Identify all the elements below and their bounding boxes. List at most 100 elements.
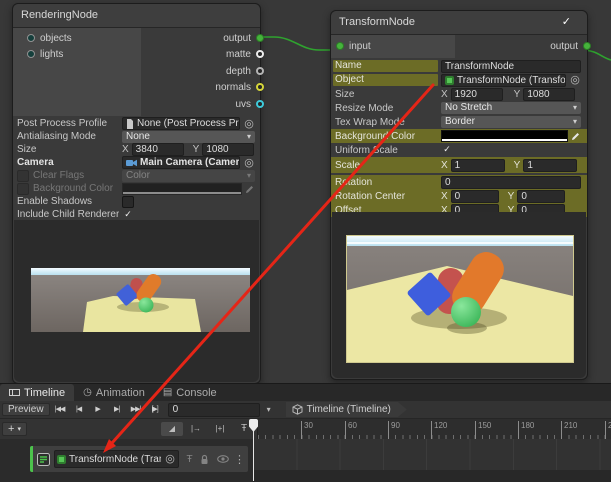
scale-x-input[interactable]: 1 [451,159,505,172]
rendering-node[interactable]: RenderingNode objects lights output matt… [12,3,261,384]
tab-timeline[interactable]: Timeline [0,384,74,401]
current-frame-input[interactable]: 0 [168,403,260,417]
transform-node-ports: input output [331,35,587,58]
enable-shadows-checkbox[interactable] [122,196,134,208]
port-dot[interactable] [256,34,264,42]
mix-mode-button[interactable]: ◢ [161,422,183,436]
render-texture-icon [445,76,454,85]
port-matte[interactable]: matte [226,47,264,61]
size-x-input[interactable]: 1920 [451,88,503,101]
object-picker-icon[interactable]: ◎ [243,157,255,169]
object-picker-icon[interactable]: ◎ [243,118,255,130]
transform-node-header[interactable]: TransformNode ✓ [331,11,587,35]
row-rotation: Rotation 0 [331,175,587,189]
play-button[interactable]: ▶ [89,403,107,416]
uniform-scale-checkbox[interactable]: ✓ [441,144,453,156]
row-background-color: Background Color [331,129,587,143]
include-child-renderers-checkbox[interactable]: ✓ [122,209,134,221]
step-forward-button[interactable]: ▶| [108,403,126,416]
port-dot[interactable] [336,42,344,50]
row-tex-wrap-mode: Tex Wrap Mode Border ▾ [331,115,587,129]
rendering-node-title[interactable]: RenderingNode [13,4,260,28]
port-dot[interactable] [27,50,35,58]
transform-node[interactable]: TransformNode ✓ input output Name Transf… [330,10,588,380]
port-depth[interactable]: depth [226,64,264,78]
port-dot[interactable] [256,83,264,91]
add-track-button[interactable]: + ▾ [2,422,27,436]
play-range-button[interactable]: [▶] [146,403,164,416]
x-label: X [441,191,448,202]
size-y-input[interactable]: 1080 [523,88,575,101]
object-field-value: TransformNode (Transform Node [457,75,566,86]
resize-mode-dropdown[interactable]: No Stretch ▾ [441,102,581,114]
color-swatch[interactable] [441,130,568,142]
rotation-center-y-input[interactable]: 0 [517,190,565,203]
transform-node-preview [332,212,586,378]
eye-icon[interactable] [217,455,230,463]
step-back-button[interactable]: |◀ [70,403,88,416]
ripple-mode-button[interactable]: |→ [185,422,207,436]
node-enabled-checkbox[interactable]: ✓ [562,11,571,34]
camera-object-field[interactable]: Main Camera (Camera) [122,156,240,169]
port-lights[interactable]: lights [27,47,63,61]
row-antialiasing-mode: Antialiasing Mode None ▾ [13,130,260,143]
port-output[interactable]: output [223,31,264,45]
track-lane[interactable] [254,439,611,482]
name-input[interactable]: TransformNode [441,60,581,73]
track-menu-icon[interactable]: ⋮ [234,453,244,466]
field-label: Object [333,74,438,86]
rotation-center-x-input[interactable]: 0 [451,190,499,203]
field-label: Rotation [333,177,438,188]
clock-icon: ◷ [83,388,92,398]
field-label: Enable Shadows [15,196,119,207]
eyedropper-icon[interactable] [571,131,581,141]
port-output[interactable]: output [550,39,591,53]
port-dot[interactable] [27,34,35,42]
color-swatch[interactable] [122,183,242,195]
size-y-input[interactable]: 1080 [202,143,254,156]
port-objects[interactable]: objects [27,31,72,45]
clear-flags-checkbox[interactable] [17,170,29,182]
field-label-wrap: Background Color [15,183,119,195]
port-dot[interactable] [256,67,264,75]
post-process-object-field[interactable]: None (Post Process Profile) [122,117,240,130]
clear-flags-dropdown[interactable]: Color ▾ [122,170,255,182]
render-preview-image [347,236,573,362]
rotation-input[interactable]: 0 [441,176,581,189]
object-picker-icon[interactable]: ◎ [569,74,581,86]
port-dot[interactable] [256,50,264,58]
port-dot[interactable] [583,42,591,50]
x-label: X [122,144,129,155]
timeline-ruler[interactable]: 30 60 90 120 150 180 210 240 [258,419,611,439]
transform-node-track[interactable]: TransformNode (Transform ◎ Ŧ ⋮ [30,446,248,472]
size-x-input[interactable]: 3840 [132,143,184,156]
go-to-start-button[interactable]: |◀◀ [51,403,69,416]
port-dot[interactable] [256,100,264,108]
object-picker-icon[interactable]: ◎ [164,453,176,465]
panel-tab-bar: Timeline ◷ Animation ▤ Console [0,384,611,401]
background-color-checkbox[interactable] [17,183,29,195]
ruler-mark: 90 [388,421,400,439]
tab-animation[interactable]: ◷ Animation [74,384,154,401]
port-input[interactable]: input [336,39,371,53]
port-uvs[interactable]: uvs [235,97,264,111]
port-label: uvs [235,99,251,110]
scale-y-input[interactable]: 1 [523,159,577,172]
frame-options-dropdown-icon[interactable]: ▾ [261,405,277,414]
track-pin-icon[interactable]: Ŧ [183,454,196,465]
replace-mode-button[interactable]: |+| [209,422,231,436]
go-to-end-button[interactable]: ▶▶| [127,403,145,416]
object-field[interactable]: TransformNode (Transform Node [441,74,566,87]
port-normals[interactable]: normals [215,80,264,94]
field-label: Rotation Center [333,191,438,202]
preview-toggle-button[interactable]: Preview [2,403,50,416]
chevron-down-icon: ▾ [243,131,251,143]
antialiasing-dropdown[interactable]: None ▾ [122,131,255,143]
timeline-breadcrumb[interactable]: Timeline (Timeline) [286,402,407,417]
eyedropper-icon[interactable] [245,184,255,194]
lock-icon[interactable] [200,454,213,465]
tab-console[interactable]: ▤ Console [154,384,226,401]
track-object-field[interactable]: TransformNode (Transform ◎ [54,450,179,468]
chevron-down-icon: ▾ [569,102,577,114]
tex-wrap-mode-dropdown[interactable]: Border ▾ [441,116,581,128]
